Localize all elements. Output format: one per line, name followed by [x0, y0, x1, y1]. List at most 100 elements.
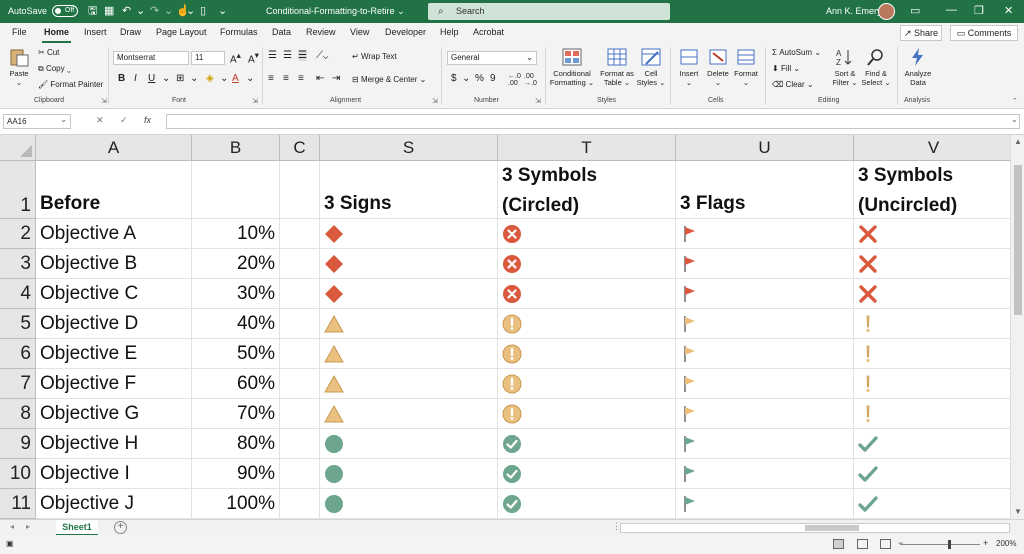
column-header-u[interactable]: U [676, 135, 854, 161]
user-name[interactable]: Ann K. Emery [826, 6, 882, 16]
file-name[interactable]: Conditional-Formatting-to-Retire ⌄ [266, 6, 405, 17]
zoom-out-icon[interactable]: − [898, 538, 903, 548]
sheet-nav-arrows[interactable]: ◂▸ [10, 522, 42, 531]
row-header-2[interactable]: 2 [0, 219, 36, 249]
italic-button[interactable]: I [134, 73, 137, 84]
save-icon[interactable]: 🖫 [88, 4, 97, 18]
cell-c7[interactable] [280, 369, 320, 399]
cell-u2-flag[interactable] [676, 219, 854, 249]
document-icon[interactable]: ▯ [200, 4, 206, 18]
cut-button[interactable]: ✂ Cut [38, 48, 59, 57]
cell-v2-symbol[interactable] [854, 219, 1014, 249]
insert-cells-button[interactable]: Insert ⌄ [675, 47, 703, 87]
tab-developer[interactable]: Developer [385, 27, 426, 37]
cell-v4-symbol[interactable] [854, 279, 1014, 309]
scroll-up-icon[interactable]: ▲ [1014, 137, 1022, 146]
cell-c6[interactable] [280, 339, 320, 369]
autosum-button[interactable]: Σ AutoSum ⌄ [772, 48, 821, 57]
touch-dropdown-icon[interactable]: ⌄ [186, 4, 195, 18]
cell-u3-flag[interactable] [676, 249, 854, 279]
search-box[interactable]: ⌕ Search [428, 3, 670, 20]
column-header-b[interactable]: B [192, 135, 280, 161]
increase-indent-icon[interactable]: ⇥ [332, 73, 340, 84]
cell-b11-percent[interactable]: 100% [192, 489, 280, 519]
worksheet-grid[interactable]: A B C S T U V 1 2 3 4 5 6 7 8 9 10 11 Before 3 Signs 3 Symbo… [0, 135, 1024, 519]
scroll-down-icon[interactable]: ▼ [1014, 507, 1022, 516]
cell-t9-circled-symbol[interactable] [498, 429, 676, 459]
row-header-8[interactable]: 8 [0, 399, 36, 429]
cell-t11-circled-symbol[interactable] [498, 489, 676, 519]
comments-button[interactable]: ▭ Comments [950, 25, 1018, 41]
percent-button[interactable]: % [475, 73, 484, 84]
cell-a5-objective[interactable]: Objective D [36, 309, 192, 339]
formula-input[interactable] [166, 114, 1020, 129]
undo-icon[interactable]: ↶ [122, 4, 131, 18]
cell-t3-circled-symbol[interactable] [498, 249, 676, 279]
align-bottom-icon[interactable]: ☰ [298, 50, 307, 61]
cell-a3-objective[interactable]: Objective B [36, 249, 192, 279]
find-select-button[interactable]: Find & Select ⌄ [860, 47, 892, 87]
cell-a8-objective[interactable]: Objective G [36, 399, 192, 429]
number-format-select[interactable]: General ⌄ [447, 51, 537, 65]
cell-s11-sign[interactable] [320, 489, 498, 519]
wrap-text-button[interactable]: ↵ Wrap Text [352, 52, 397, 61]
cell-u10-flag[interactable] [676, 459, 854, 489]
font-color-dropdown-icon[interactable]: ⌄ [246, 73, 254, 84]
tab-home[interactable]: Home [41, 27, 72, 43]
cell-b3-percent[interactable]: 20% [192, 249, 280, 279]
horizontal-scrollbar[interactable] [620, 523, 1010, 533]
row-header-11[interactable]: 11 [0, 489, 36, 519]
format-cells-button[interactable]: Format ⌄ [732, 47, 760, 87]
number-launcher-icon[interactable]: ⇲ [535, 97, 541, 105]
avatar[interactable] [878, 3, 895, 20]
bold-button[interactable]: B [118, 73, 125, 84]
row-header-5[interactable]: 5 [0, 309, 36, 339]
cell-a10-objective[interactable]: Objective I [36, 459, 192, 489]
undo-dropdown-icon[interactable]: ⌄ [136, 4, 145, 18]
decrease-indent-icon[interactable]: ⇤ [316, 73, 324, 84]
align-right-icon[interactable]: ≡ [298, 73, 304, 84]
cell-v5-symbol[interactable] [854, 309, 1014, 339]
cell-b6-percent[interactable]: 50% [192, 339, 280, 369]
cell-u8-flag[interactable] [676, 399, 854, 429]
cell-c9[interactable] [280, 429, 320, 459]
cell-a7-objective[interactable]: Objective F [36, 369, 192, 399]
tab-draw[interactable]: Draw [120, 27, 141, 37]
cell-t1-3-symbols-circled[interactable]: 3 Symbols (Circled) [498, 161, 676, 219]
cell-v6-symbol[interactable] [854, 339, 1014, 369]
cell-c11[interactable] [280, 489, 320, 519]
column-header-s[interactable]: S [320, 135, 498, 161]
cell-c10[interactable] [280, 459, 320, 489]
cell-u7-flag[interactable] [676, 369, 854, 399]
cell-t8-circled-symbol[interactable] [498, 399, 676, 429]
autosave-toggle[interactable]: Off [52, 5, 78, 17]
cell-v11-symbol[interactable] [854, 489, 1014, 519]
cell-a2-objective[interactable]: Objective A [36, 219, 192, 249]
cancel-icon[interactable]: ✕ [96, 115, 104, 126]
cell-t10-circled-symbol[interactable] [498, 459, 676, 489]
tab-formulas[interactable]: Formulas [220, 27, 258, 37]
page-break-view-icon[interactable] [880, 539, 891, 549]
row-header-6[interactable]: 6 [0, 339, 36, 369]
cell-b10-percent[interactable]: 90% [192, 459, 280, 489]
comma-button[interactable]: 9 [490, 73, 496, 84]
cell-u11-flag[interactable] [676, 489, 854, 519]
vertical-scroll-thumb[interactable] [1014, 165, 1022, 315]
orientation-icon[interactable]: ⟋⌄ [316, 50, 328, 61]
cell-b9-percent[interactable]: 80% [192, 429, 280, 459]
tab-insert[interactable]: Insert [84, 27, 107, 37]
layout-icon[interactable]: ▦ [104, 4, 114, 18]
cell-a1-before[interactable]: Before [36, 161, 192, 219]
cell-b1[interactable] [192, 161, 280, 219]
fill-button[interactable]: ⬇ Fill ⌄ [772, 64, 800, 73]
decrease-decimal-icon[interactable]: .00 →.0 [524, 73, 537, 87]
collapse-ribbon-icon[interactable]: ⌃ [1012, 97, 1018, 105]
paste-button[interactable]: Paste ⌄ [6, 47, 32, 87]
cell-v8-symbol[interactable] [854, 399, 1014, 429]
align-top-icon[interactable]: ☰ [268, 50, 277, 61]
cell-a9-objective[interactable]: Objective H [36, 429, 192, 459]
format-as-table-button[interactable]: Format as Table ⌄ [597, 47, 637, 87]
cell-t2-circled-symbol[interactable] [498, 219, 676, 249]
tab-data[interactable]: Data [272, 27, 291, 37]
row-header-7[interactable]: 7 [0, 369, 36, 399]
